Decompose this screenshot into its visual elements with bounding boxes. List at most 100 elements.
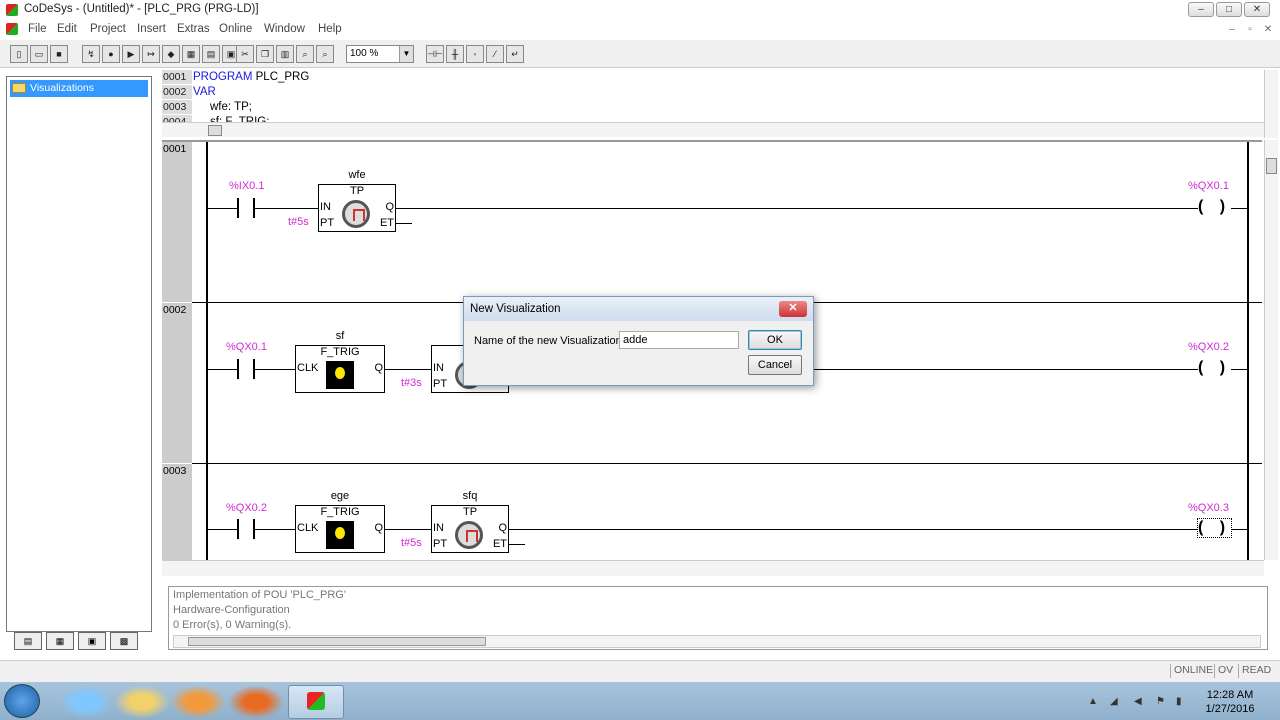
menu-file[interactable]: File <box>28 23 47 35</box>
menu-edit[interactable]: Edit <box>57 23 77 35</box>
cut-icon[interactable]: ✂ <box>236 45 254 63</box>
right-power-rail <box>1247 142 1249 560</box>
coil-label: %QX0.3 <box>1188 502 1229 514</box>
media-player-icon[interactable] <box>170 685 226 719</box>
zoom-value: 100 % <box>350 48 379 59</box>
maximize-button[interactable]: □ <box>1216 2 1242 17</box>
ladder-vscrollbar[interactable] <box>1264 140 1278 560</box>
close-button[interactable]: ✕ <box>1244 2 1270 17</box>
pin-q: Q <box>374 362 383 374</box>
new-visualization-dialog: New Visualization ✕ Name of the new Visu… <box>463 296 814 386</box>
open-icon[interactable]: ▭ <box>30 45 48 63</box>
line-number: 0003 <box>162 100 192 114</box>
pin-q: Q <box>385 201 394 213</box>
copy-icon[interactable]: ❐ <box>256 45 274 63</box>
function-block-f-trig[interactable]: F_TRIG CLK Q <box>295 345 385 393</box>
internet-explorer-icon[interactable] <box>58 685 114 719</box>
jump-icon[interactable]: ⁄ <box>486 45 504 63</box>
tab-pous[interactable]: ▤ <box>14 632 42 650</box>
cancel-button[interactable]: Cancel <box>748 355 802 375</box>
tab-data-types[interactable]: ▦ <box>46 632 74 650</box>
declaration-editor[interactable]: 0001 PROGRAM PLC_PRG 0002 VAR 0003 wfe: … <box>162 70 1262 122</box>
file-explorer-icon[interactable] <box>114 685 170 719</box>
decl-line: wfe: TP; <box>210 101 252 113</box>
flag-icon[interactable]: ⚑ <box>1156 696 1170 708</box>
parallel-contact-icon[interactable]: ╫ <box>446 45 464 63</box>
minimize-button[interactable]: – <box>1188 2 1214 17</box>
trigger-icon <box>326 361 354 389</box>
function-block-tp[interactable]: TP IN PT Q ET <box>318 184 396 232</box>
contact-label: %QX0.1 <box>226 341 267 353</box>
scroll-thumb[interactable] <box>208 125 222 136</box>
trigger-icon <box>326 521 354 549</box>
breakpoint-icon[interactable]: ◆ <box>162 45 180 63</box>
network-icon[interactable]: ◢ <box>1110 696 1124 708</box>
pin-et: ET <box>492 538 507 550</box>
run-icon[interactable]: ▶ <box>122 45 140 63</box>
codesys-icon <box>307 692 325 710</box>
scroll-thumb[interactable] <box>1266 158 1277 174</box>
tab-resources[interactable]: ▩ <box>110 632 138 650</box>
scroll-thumb[interactable] <box>188 637 486 646</box>
fb-type: TP <box>462 506 478 518</box>
download-icon[interactable]: ▤ <box>202 45 220 63</box>
fb-instance: wfe <box>348 169 366 181</box>
declaration-vscrollbar[interactable] <box>1264 70 1278 138</box>
visualization-name-input[interactable]: adde <box>619 331 739 349</box>
close-icon[interactable]: ✕ <box>779 301 807 317</box>
function-block-f-trig[interactable]: F_TRIG CLK Q <box>295 505 385 553</box>
menu-extras[interactable]: Extras <box>177 23 210 35</box>
menu-project[interactable]: Project <box>90 23 126 35</box>
line-number: 0001 <box>162 70 192 84</box>
network-number: 0001 <box>162 142 192 302</box>
coil-selected[interactable]: ( ) <box>1196 518 1233 538</box>
find-icon[interactable]: ⌕ <box>296 45 314 63</box>
mdi-minimize-button[interactable]: – <box>1224 24 1240 37</box>
dialog-title-bar: New Visualization ✕ <box>464 297 813 321</box>
return-icon[interactable]: ↵ <box>506 45 524 63</box>
new-icon[interactable]: ▯ <box>10 45 28 63</box>
declaration-hscrollbar[interactable] <box>162 122 1264 137</box>
step-icon[interactable]: ↦ <box>142 45 160 63</box>
coil[interactable]: ( ) <box>1198 359 1232 377</box>
tree-item-visualizations[interactable]: Visualizations <box>10 80 148 97</box>
menu-bar: File Edit Project Insert Extras Online W… <box>0 20 1280 40</box>
function-block-tp[interactable]: TP IN PT Q ET <box>431 505 509 553</box>
pin-in: IN <box>433 522 444 534</box>
ok-button[interactable]: OK <box>748 330 802 350</box>
decl-line: PROGRAM PLC_PRG <box>193 71 310 83</box>
menu-window[interactable]: Window <box>264 23 305 35</box>
contact[interactable] <box>237 198 255 218</box>
system-clock[interactable]: 12:28 AM 1/27/2016 <box>1190 688 1270 716</box>
battery-icon[interactable]: ▮ <box>1176 696 1190 708</box>
coil-icon[interactable]: ◦ <box>466 45 484 63</box>
find-next-icon[interactable]: ⌕ <box>316 45 334 63</box>
status-ov: OV <box>1214 664 1233 678</box>
codesys-task-icon[interactable] <box>288 685 344 719</box>
volume-icon[interactable]: ◀ <box>1134 696 1148 708</box>
contact[interactable] <box>237 359 255 379</box>
message-hscrollbar[interactable] <box>173 635 1261 648</box>
paste-icon[interactable]: ▥ <box>276 45 294 63</box>
coil[interactable]: ( ) <box>1198 198 1232 216</box>
menu-online[interactable]: Online <box>219 23 252 35</box>
menu-help[interactable]: Help <box>318 23 342 35</box>
ladder-hscrollbar[interactable] <box>162 560 1264 576</box>
save-icon[interactable]: ■ <box>50 45 68 63</box>
rebuild-icon[interactable]: ▦ <box>182 45 200 63</box>
contact-icon[interactable]: ⊣⊢ <box>426 45 444 63</box>
fb-type: F_TRIG <box>320 346 360 358</box>
mdi-restore-button[interactable]: ▫ <box>1242 24 1258 37</box>
stop-icon[interactable]: ● <box>102 45 120 63</box>
tab-visualizations[interactable]: ▣ <box>78 632 106 650</box>
login-icon[interactable]: ↯ <box>82 45 100 63</box>
show-hidden-icons-icon[interactable]: ▲ <box>1088 696 1102 708</box>
message-window[interactable]: Implementation of POU 'PLC_PRG' Hardware… <box>168 586 1268 650</box>
mdi-close-button[interactable]: ✕ <box>1260 24 1276 37</box>
message-line: Hardware-Configuration <box>173 604 290 616</box>
firefox-icon[interactable] <box>228 685 284 719</box>
start-button[interactable] <box>4 684 40 718</box>
zoom-select[interactable]: 100 % ▼ <box>346 45 414 63</box>
contact[interactable] <box>237 519 255 539</box>
menu-insert[interactable]: Insert <box>137 23 166 35</box>
